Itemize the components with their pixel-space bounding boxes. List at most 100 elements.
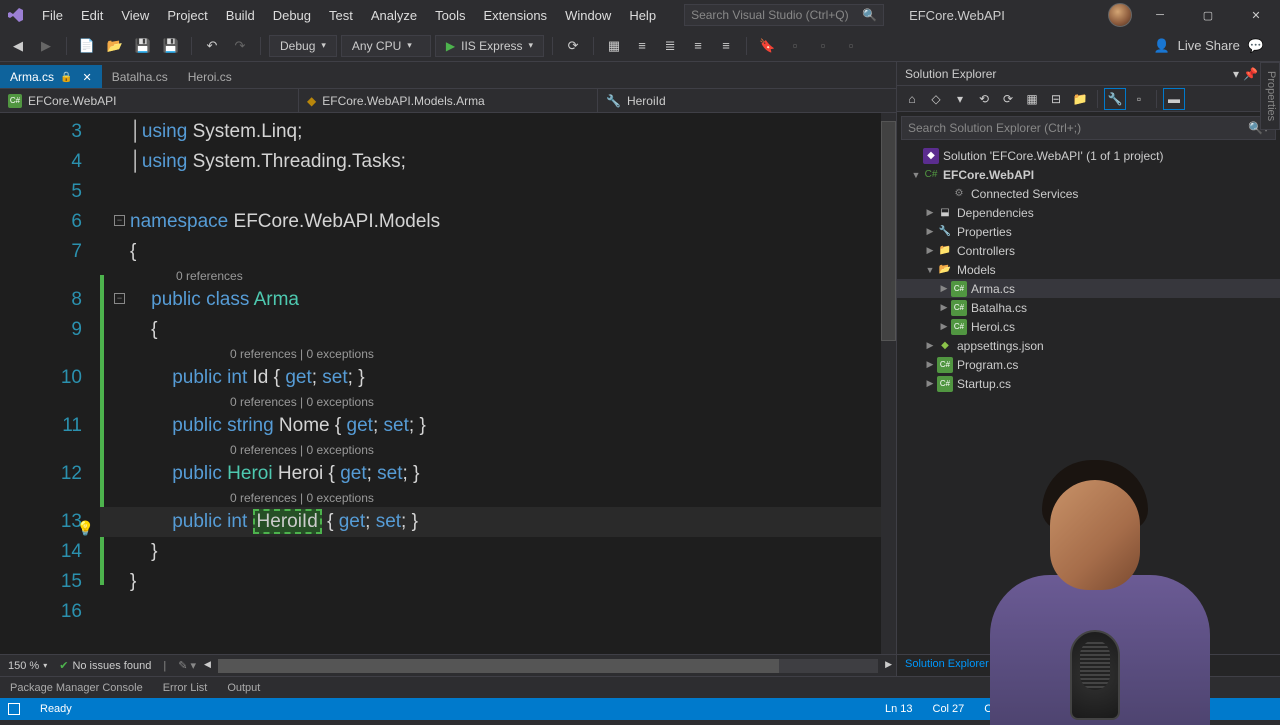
menu-analyze[interactable]: Analyze (363, 4, 425, 27)
tab-heroi[interactable]: Heroi.cs (178, 65, 242, 88)
horizontal-scrollbar[interactable]: ◀▶ (218, 659, 878, 673)
tb-icon-2[interactable]: ≡ (630, 34, 654, 58)
tree-appsettings[interactable]: ◆appsettings.json (897, 336, 1280, 355)
bt-package-manager[interactable]: Package Manager Console (0, 679, 153, 697)
tree-properties[interactable]: 🔧Properties (897, 222, 1280, 241)
tree-models[interactable]: 📂Models (897, 260, 1280, 279)
undo-button[interactable]: ↶ (200, 34, 224, 58)
tree-dependencies[interactable]: ⬓Dependencies (897, 203, 1280, 222)
menu-tools[interactable]: Tools (427, 4, 473, 27)
codelens[interactable]: 0 references | 0 exceptions (100, 393, 896, 411)
close-icon[interactable]: ✕ (82, 71, 91, 84)
menu-debug[interactable]: Debug (265, 4, 319, 27)
close-button[interactable]: ✕ (1236, 0, 1276, 30)
dropdown-icon[interactable]: ▾ (1233, 67, 1239, 81)
new-project-button[interactable]: 📄 (75, 34, 99, 58)
maximize-button[interactable]: ▢ (1188, 0, 1228, 30)
nav-forward-button[interactable]: ▶ (34, 34, 58, 58)
menu-project[interactable]: Project (159, 4, 215, 27)
sync-button[interactable]: ⟲ (973, 88, 995, 110)
open-button[interactable]: 📂 (103, 34, 127, 58)
tree-solution[interactable]: ◆Solution 'EFCore.WebAPI' (1 of 1 projec… (897, 146, 1280, 165)
search-input[interactable]: Search Visual Studio (Ctrl+Q) 🔍 (684, 4, 884, 26)
fold-button[interactable]: − (114, 215, 125, 226)
solution-explorer-tab[interactable]: Solution Explorer (897, 654, 1280, 676)
platform-dropdown[interactable]: Any CPU (341, 35, 431, 57)
menu-help[interactable]: Help (621, 4, 664, 27)
code-editor[interactable]: 3 4 5 6 7 8 9 10 11 12 13💡 14 15 16 (0, 113, 896, 654)
minimize-button[interactable]: ─ (1140, 0, 1180, 30)
tree-batalha-cs[interactable]: C#Batalha.cs (897, 298, 1280, 317)
tb-icon-1[interactable]: ▦ (602, 34, 626, 58)
menu-edit[interactable]: Edit (73, 4, 111, 27)
tb-icon-5[interactable]: ≡ (714, 34, 738, 58)
status-ch[interactable]: Ch 27 (984, 703, 1013, 715)
tree-arma-cs[interactable]: C#Arma.cs (897, 279, 1280, 298)
menu-window[interactable]: Window (557, 4, 619, 27)
tab-arma[interactable]: Arma.cs 🔒 ✕ (0, 65, 102, 88)
tree-controllers[interactable]: 📁Controllers (897, 241, 1280, 260)
codelens[interactable]: 0 references | 0 exceptions (100, 441, 896, 459)
menu-build[interactable]: Build (218, 4, 263, 27)
bookmark-button[interactable]: 🔖 (755, 34, 779, 58)
status-ins[interactable]: INS (1034, 703, 1052, 715)
fold-button[interactable]: − (114, 293, 125, 304)
tb-icon-3[interactable]: ≣ (658, 34, 682, 58)
live-share-button[interactable]: Live Share (1178, 38, 1240, 53)
status-col[interactable]: Col 27 (933, 703, 965, 715)
stb-last[interactable]: ▬ (1163, 88, 1185, 110)
feedback-icon[interactable]: 💬 (1248, 38, 1264, 54)
bc-project[interactable]: C#EFCore.WebAPI (0, 89, 299, 112)
config-dropdown[interactable]: Debug (269, 35, 337, 57)
save-all-button[interactable]: 💾 (159, 34, 183, 58)
run-button[interactable]: ▶IIS Express▾ (435, 35, 544, 57)
tree-connected-services[interactable]: ⚙Connected Services (897, 184, 1280, 203)
properties-button[interactable]: 🔧 (1104, 88, 1126, 110)
bt-output[interactable]: Output (217, 679, 270, 697)
status-line[interactable]: Ln 13 (885, 703, 913, 715)
search-placeholder: Search Visual Studio (Ctrl+Q) (691, 8, 849, 22)
tree-heroi-cs[interactable]: C#Heroi.cs (897, 317, 1280, 336)
preview-button[interactable]: ▫ (1128, 88, 1150, 110)
tree-startup-cs[interactable]: C#Startup.cs (897, 374, 1280, 393)
bt-error-list[interactable]: Error List (153, 679, 218, 697)
menu-test[interactable]: Test (321, 4, 361, 27)
home-button[interactable]: ⌂ (901, 88, 923, 110)
codelens[interactable]: 0 references | 0 exceptions (100, 489, 896, 507)
tb-icon-4[interactable]: ≡ (686, 34, 710, 58)
redo-button[interactable]: ↷ (228, 34, 252, 58)
tb-icon-7[interactable]: ▫ (811, 34, 835, 58)
solution-explorer-header: Solution Explorer ▾ 📌 ✕ (897, 62, 1280, 86)
menu-extensions[interactable]: Extensions (475, 4, 555, 27)
tree-program-cs[interactable]: C#Program.cs (897, 355, 1280, 374)
refresh-button[interactable]: ⟳ (561, 34, 585, 58)
avatar[interactable] (1108, 3, 1132, 27)
stb-3[interactable]: ▾ (949, 88, 971, 110)
tb-icon-8[interactable]: ▫ (839, 34, 863, 58)
vertical-scrollbar[interactable] (881, 113, 896, 654)
stb-6[interactable]: ▦ (1021, 88, 1043, 110)
nav-back-button[interactable]: ◀ (6, 34, 30, 58)
live-share-icon: 👤 (1153, 38, 1169, 54)
tree-project[interactable]: C#EFCore.WebAPI (897, 165, 1280, 184)
collapse-button[interactable]: ⊟ (1045, 88, 1067, 110)
save-button[interactable]: 💾 (131, 34, 155, 58)
pin-icon[interactable]: 📌 (1243, 67, 1258, 81)
show-all-button[interactable]: 📁 (1069, 88, 1091, 110)
issues-badge[interactable]: ✔No issues found (59, 659, 151, 672)
vtab-properties[interactable]: Properties (1260, 62, 1280, 130)
codelens[interactable]: 0 references | 0 exceptions (100, 345, 896, 363)
codelens[interactable]: 0 references (100, 267, 896, 285)
solution-search-input[interactable]: Search Solution Explorer (Ctrl+;) 🔍▾ (901, 116, 1276, 140)
menu-view[interactable]: View (113, 4, 157, 27)
tb-icon-6[interactable]: ▫ (783, 34, 807, 58)
bottom-tool-tabs: Package Manager Console Error List Outpu… (0, 676, 1280, 698)
menu-file[interactable]: File (34, 4, 71, 27)
tab-batalha[interactable]: Batalha.cs (102, 65, 178, 88)
zoom-dropdown[interactable]: 150 % (8, 660, 47, 672)
json-icon: ◆ (937, 338, 953, 354)
bc-class[interactable]: ◆EFCore.WebAPI.Models.Arma (299, 89, 598, 112)
refresh-button[interactable]: ⟳ (997, 88, 1019, 110)
bc-member[interactable]: 🔧HeroiId (598, 89, 896, 112)
stb-2[interactable]: ◇ (925, 88, 947, 110)
